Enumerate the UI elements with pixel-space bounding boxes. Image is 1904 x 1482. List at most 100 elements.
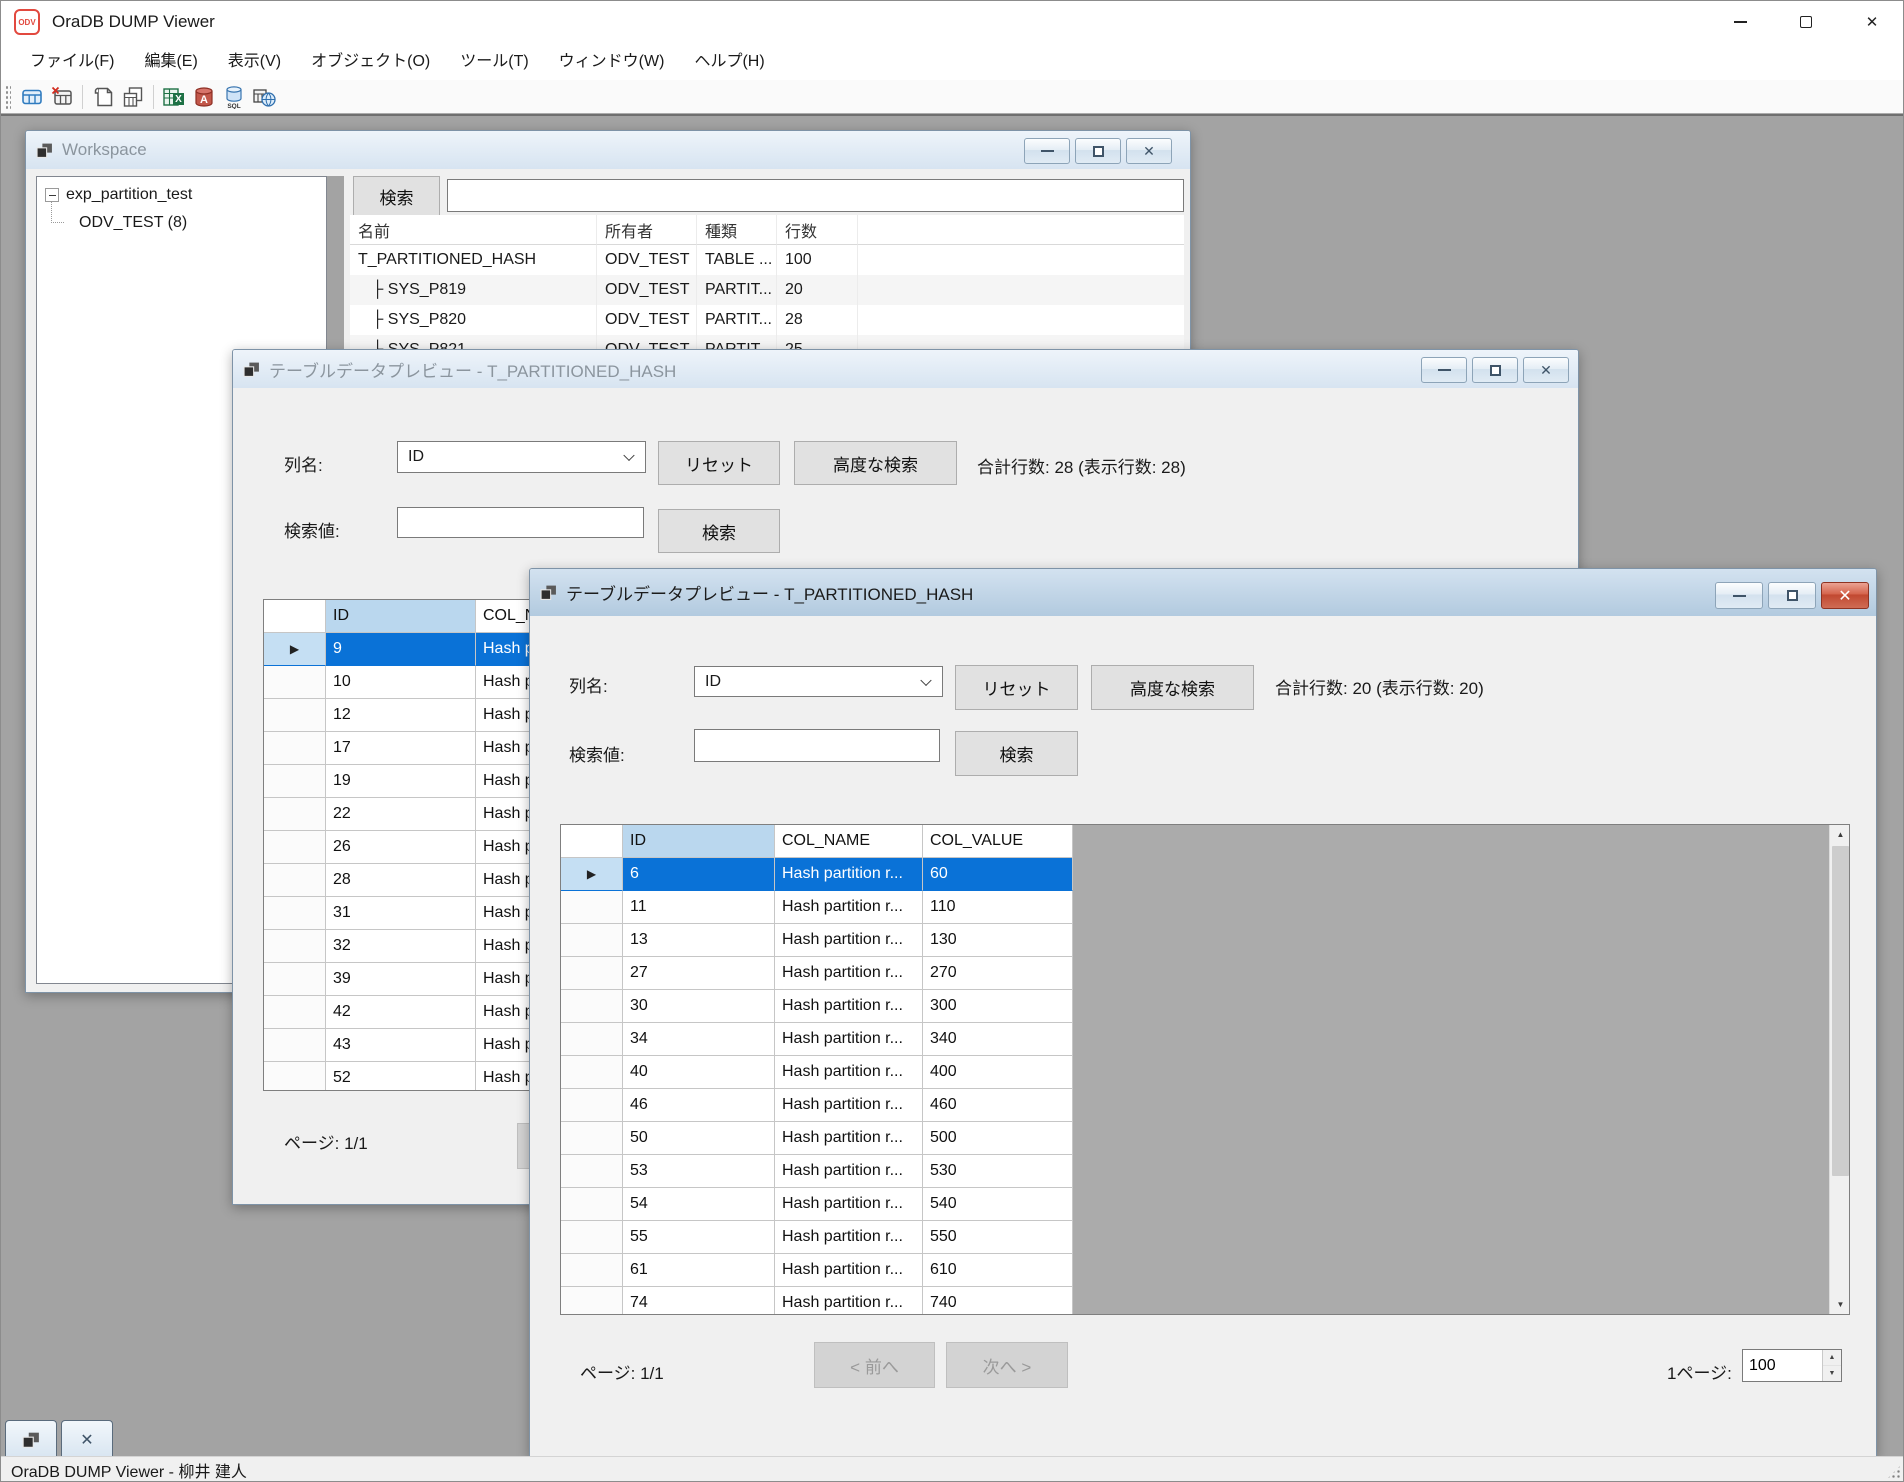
column-header-type[interactable]: 種類 — [697, 215, 777, 245]
row-header — [264, 600, 326, 633]
preview1-search-button[interactable]: 検索 — [658, 509, 780, 553]
grid-row[interactable]: ▶ 6 Hash partition r... 60 — [561, 858, 1849, 891]
cell-id: 54 — [623, 1188, 775, 1221]
resize-grip[interactable] — [1887, 1465, 1901, 1479]
collapse-icon[interactable] — [45, 188, 59, 202]
grid-vertical-scrollbar[interactable]: ▲ ▼ — [1829, 825, 1850, 1314]
workspace-titlebar[interactable]: Workspace ✕ — [26, 131, 1190, 169]
column-header-col-name[interactable]: COL_NAME — [775, 825, 923, 858]
minimize-button[interactable] — [1707, 1, 1773, 43]
grid-row[interactable]: 46Hash partition r...460 — [561, 1089, 1849, 1122]
workspace-search-input[interactable] — [447, 179, 1184, 212]
open-dump-button[interactable] — [17, 82, 47, 112]
grid-row[interactable]: 34Hash partition r...340 — [561, 1023, 1849, 1056]
column-header-count[interactable]: 行数 — [777, 215, 858, 245]
workspace-close-button[interactable]: ✕ — [1126, 138, 1172, 164]
cell-col-name: Hash partition r... — [775, 858, 923, 891]
cell-id: 11 — [623, 891, 775, 924]
scroll-down-icon[interactable]: ▼ — [1830, 1295, 1850, 1314]
column-header-id[interactable]: ID — [326, 600, 476, 633]
table-row[interactable]: ├ SYS_P819 ODV_TEST PARTIT... 20 — [350, 275, 1184, 305]
grid-row[interactable]: 30Hash partition r...300 — [561, 990, 1849, 1023]
window-icon — [36, 142, 53, 159]
preview1-reset-button[interactable]: リセット — [658, 441, 780, 485]
tree-node-child[interactable]: ODV_TEST (8) — [37, 209, 326, 237]
export-sql-button[interactable]: SQL — [219, 82, 249, 112]
preview2-titlebar[interactable]: テーブルデータプレビュー - T_PARTITIONED_HASH ✕ — [530, 569, 1876, 616]
preview1-close-button[interactable]: ✕ — [1523, 357, 1569, 383]
scrollbar-thumb[interactable] — [1832, 846, 1849, 1176]
app-titlebar[interactable]: ODV OraDB DUMP Viewer ✕ — [1, 1, 1904, 43]
column-header-col-value[interactable]: COL_VALUE — [923, 825, 1073, 858]
grid-row[interactable]: 74Hash partition r...740 — [561, 1287, 1849, 1315]
preview2-reset-button[interactable]: リセット — [955, 665, 1078, 710]
grid-row[interactable]: 27Hash partition r...270 — [561, 957, 1849, 990]
grid-row[interactable]: 54Hash partition r...540 — [561, 1188, 1849, 1221]
export-access-button[interactable]: A — [189, 82, 219, 112]
export-sql-icon: SQL — [222, 85, 246, 109]
grid-row[interactable]: 11Hash partition r...110 — [561, 891, 1849, 924]
preview1-advanced-search-button[interactable]: 高度な検索 — [794, 441, 957, 485]
per-page-input[interactable] — [1743, 1350, 1822, 1381]
workspace-maximize-button[interactable] — [1075, 138, 1121, 164]
copy-table-button[interactable] — [118, 82, 148, 112]
cell-col-value: 110 — [923, 891, 1073, 924]
preview2-close-button[interactable]: ✕ — [1821, 582, 1869, 609]
menu-file[interactable]: ファイル(F) — [15, 43, 129, 80]
close-dump-button[interactable] — [47, 82, 77, 112]
column-header-name[interactable]: 名前 — [350, 215, 597, 245]
grid-row[interactable]: 13Hash partition r...130 — [561, 924, 1849, 957]
menu-window[interactable]: ウィンドウ(W) — [544, 43, 680, 80]
preview1-minimize-button[interactable] — [1421, 357, 1467, 383]
scroll-up-icon[interactable]: ▲ — [1830, 825, 1850, 844]
preview1-column-select[interactable]: ID — [397, 441, 646, 473]
menu-object[interactable]: オブジェクト(O) — [296, 43, 445, 80]
preview1-search-input[interactable] — [397, 507, 644, 538]
grid-row[interactable]: 50Hash partition r...500 — [561, 1122, 1849, 1155]
workspace-minimize-button[interactable] — [1024, 138, 1070, 164]
script-button[interactable] — [88, 82, 118, 112]
table-row[interactable]: ├ SYS_P820 ODV_TEST PARTIT... 28 — [350, 305, 1184, 335]
menu-help[interactable]: ヘルプ(H) — [679, 43, 779, 80]
preview2-next-page-button[interactable]: 次へ > — [946, 1342, 1068, 1388]
column-header-owner[interactable]: 所有者 — [597, 215, 697, 245]
preview2-minimize-button[interactable] — [1715, 582, 1763, 609]
toolbar-separator — [153, 85, 154, 109]
menu-edit[interactable]: 編集(E) — [129, 43, 212, 80]
table-row[interactable]: T_PARTITIONED_HASH ODV_TEST TABLE ... 10… — [350, 245, 1184, 275]
tree-node-root[interactable]: exp_partition_test — [37, 181, 326, 209]
close-icon: ✕ — [80, 1430, 93, 1450]
grid-row[interactable]: 53Hash partition r...530 — [561, 1155, 1849, 1188]
menu-view[interactable]: 表示(V) — [213, 43, 296, 80]
workspace-search-button[interactable]: 検索 — [353, 176, 440, 216]
grid-row[interactable]: 40Hash partition r...400 — [561, 1056, 1849, 1089]
preview2-search-input[interactable] — [694, 729, 940, 762]
row-selector-icon: ▶ — [264, 633, 326, 666]
preview2-search-button[interactable]: 検索 — [955, 731, 1078, 776]
preview2-column-select[interactable]: ID — [694, 666, 943, 697]
grid-row[interactable]: 55Hash partition r...550 — [561, 1221, 1849, 1254]
minimized-window-close-button[interactable]: ✕ — [61, 1420, 113, 1456]
column-name-label: 列名: — [284, 451, 323, 476]
preview2-prev-page-button[interactable]: < 前へ — [814, 1342, 935, 1388]
minimized-window-titlebar[interactable] — [5, 1420, 57, 1456]
cell-id: 52 — [326, 1062, 476, 1091]
preview2-maximize-button[interactable] — [1768, 582, 1816, 609]
export-html-button[interactable] — [249, 82, 279, 112]
spinner-up-icon[interactable]: ▲ — [1823, 1350, 1841, 1366]
grid-row[interactable]: 61Hash partition r...610 — [561, 1254, 1849, 1287]
menu-tools[interactable]: ツール(T) — [445, 43, 543, 80]
preview1-titlebar[interactable]: テーブルデータプレビュー - T_PARTITIONED_HASH ✕ — [233, 350, 1578, 388]
preview2-advanced-search-button[interactable]: 高度な検索 — [1091, 665, 1254, 710]
preview1-maximize-button[interactable] — [1472, 357, 1518, 383]
maximize-button[interactable] — [1773, 1, 1839, 43]
toolbar-separator — [82, 85, 83, 109]
close-button[interactable]: ✕ — [1839, 1, 1904, 43]
cell-id: 32 — [326, 930, 476, 963]
spinner-down-icon[interactable]: ▼ — [1823, 1366, 1841, 1381]
column-header-id[interactable]: ID — [623, 825, 775, 858]
svg-text:SQL: SQL — [227, 103, 240, 109]
preview1-page-indicator: ページ: 1/1 — [284, 1129, 368, 1154]
export-excel-button[interactable]: X — [159, 82, 189, 112]
toolbar-grip[interactable] — [5, 85, 11, 109]
